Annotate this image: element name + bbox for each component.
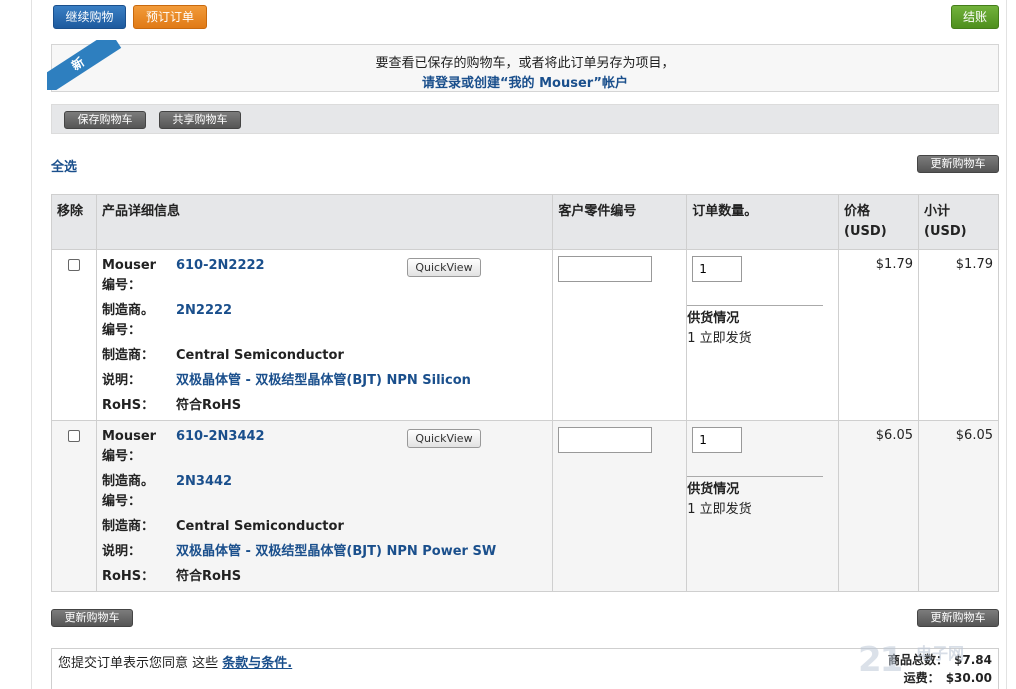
price-cell: $1.79	[838, 249, 919, 421]
description-label: 说明：	[101, 544, 141, 559]
description-link[interactable]: 双极晶体管 - 双极结型晶体管(BJT) NPN Silicon	[176, 371, 471, 391]
remove-cell	[51, 249, 97, 421]
login-create-account-link[interactable]: 请登录或创建“我的 Mouser”帐户	[52, 72, 998, 91]
availability-heading: 供货情况	[687, 482, 740, 497]
subtotal-cell: $6.05	[918, 420, 999, 592]
customer-part-cell	[552, 249, 688, 421]
watermark-text: 电子网	[916, 644, 965, 663]
header-product-details: 产品详细信息	[95, 194, 554, 250]
update-cart-button-top[interactable]: 更新购物车	[917, 155, 999, 173]
mfr-no-label: 制造商。 编号：	[101, 474, 154, 509]
cart-table: 移除 产品详细信息 客户零件编号 订单数量。 价格 (USD) 小计 (USD) M…	[51, 194, 999, 592]
manufacturer-value: Central Semiconductor	[175, 348, 344, 363]
header-customer-part: 客户零件编号	[552, 194, 688, 250]
remove-cell	[51, 420, 97, 592]
mouser-no-label: Mouser 编号：	[101, 429, 157, 464]
new-badge: 新	[47, 40, 122, 90]
product-details-cell: Mouser 编号： 610-2N2222 QuickView 制造商。 编号： 2…	[95, 249, 554, 421]
line-subtotal: $1.79	[955, 257, 993, 272]
mfr-no-label: 制造商。 编号：	[101, 303, 154, 338]
manufacturer-value: Central Semiconductor	[175, 519, 344, 534]
rohs-value: 符合RoHS	[175, 569, 242, 584]
divider	[687, 305, 824, 306]
customer-part-input[interactable]	[558, 256, 653, 282]
login-notice: 要查看已保存的购物车，或者将此订单另存为项目， 请登录或创建“我的 Mouser…	[51, 44, 999, 92]
table-row: Mouser 编号： 610-2N3442 QuickView 制造商。 编号： 2…	[51, 420, 999, 592]
mfr-part-link[interactable]: 2N2222	[176, 301, 232, 321]
quantity-cell: 供货情况 1 立即发货	[686, 249, 840, 421]
cart-actions-bar: 保存购物车 共享购物车	[51, 104, 999, 134]
mfr-part-link[interactable]: 2N3442	[176, 472, 232, 492]
quantity-input[interactable]	[692, 256, 743, 282]
rohs-label: RoHS：	[101, 569, 155, 584]
header-subtotal: 小计 (USD)	[918, 194, 999, 250]
quantity-input[interactable]	[692, 427, 743, 453]
rohs-label: RoHS：	[101, 398, 155, 413]
remove-checkbox[interactable]	[68, 259, 80, 271]
update-cart-button-bottom-left[interactable]: 更新购物车	[51, 609, 133, 627]
watermark-logo: 21	[858, 640, 903, 680]
subtotal-cell: $1.79	[918, 249, 999, 421]
product-details-cell: Mouser 编号： 610-2N3442 QuickView 制造商。 编号： 2…	[95, 420, 554, 592]
select-all-link[interactable]: 全选	[51, 156, 77, 175]
divider	[687, 476, 824, 477]
shipping-total: 运费： $30.00	[904, 669, 992, 686]
terms-statement: 您提交订单表示您同意 这些 条款与条件.	[58, 652, 292, 671]
price-cell: $6.05	[838, 420, 919, 592]
quickview-button[interactable]: QuickView	[406, 258, 481, 277]
unit-price: $6.05	[875, 428, 913, 443]
mouser-part-link[interactable]: 610-2N2222	[176, 256, 265, 276]
manufacturer-label: 制造商：	[101, 348, 154, 363]
page-left-border	[31, 0, 32, 689]
share-cart-button[interactable]: 共享购物车	[159, 111, 241, 129]
header-price: 价格 (USD)	[838, 194, 919, 250]
rohs-value: 符合RoHS	[175, 398, 242, 413]
manufacturer-label: 制造商：	[101, 519, 154, 534]
description-link[interactable]: 双极晶体管 - 双极结型晶体管(BJT) NPN Power SW	[176, 542, 496, 562]
continue-shopping-button[interactable]: 继续购物	[53, 5, 126, 29]
remove-checkbox[interactable]	[68, 430, 80, 442]
availability-heading: 供货情况	[687, 311, 740, 326]
header-subtotal-label: 小计	[924, 204, 951, 219]
shipping-value: $30.00	[945, 671, 992, 685]
header-subtotal-unit: (USD)	[924, 224, 967, 239]
description-label: 说明：	[101, 373, 141, 388]
quickview-button[interactable]: QuickView	[406, 429, 481, 448]
header-price-unit: (USD)	[844, 224, 887, 239]
customer-part-input[interactable]	[558, 427, 653, 453]
save-cart-button[interactable]: 保存购物车	[64, 111, 146, 129]
mouser-part-link[interactable]: 610-2N3442	[176, 427, 265, 447]
header-quantity: 订单数量。	[686, 194, 840, 250]
order-summary-box: 您提交订单表示您同意 这些 条款与条件. 商品总数： $7.84 运费： $30.0…	[51, 648, 999, 689]
shipping-label: 运费：	[903, 671, 940, 685]
terms-prefix: 您提交订单表示您同意 这些	[58, 656, 223, 671]
pre-order-button[interactable]: 预订订单	[133, 5, 207, 29]
line-subtotal: $6.05	[955, 428, 993, 443]
availability-value: 1 立即发货	[687, 502, 752, 517]
header-price-label: 价格	[844, 204, 871, 219]
mouser-no-label: Mouser 编号：	[101, 258, 157, 293]
quantity-cell: 供货情况 1 立即发货	[686, 420, 840, 592]
update-cart-button-bottom-right[interactable]: 更新购物车	[917, 609, 999, 627]
checkout-button[interactable]: 结账	[951, 5, 999, 29]
new-ribbon: 新	[47, 40, 127, 90]
header-remove: 移除	[51, 194, 97, 250]
unit-price: $1.79	[875, 257, 913, 272]
customer-part-cell	[552, 420, 688, 592]
notice-text: 要查看已保存的购物车，或者将此订单另存为项目，	[375, 56, 675, 71]
terms-link[interactable]: 条款与条件.	[222, 656, 292, 671]
table-header-row: 移除 产品详细信息 客户零件编号 订单数量。 价格 (USD) 小计 (USD)	[51, 194, 999, 250]
availability-value: 1 立即发货	[687, 331, 752, 346]
table-row: Mouser 编号： 610-2N2222 QuickView 制造商。 编号： 2…	[51, 249, 999, 421]
page-right-border	[1006, 0, 1007, 689]
